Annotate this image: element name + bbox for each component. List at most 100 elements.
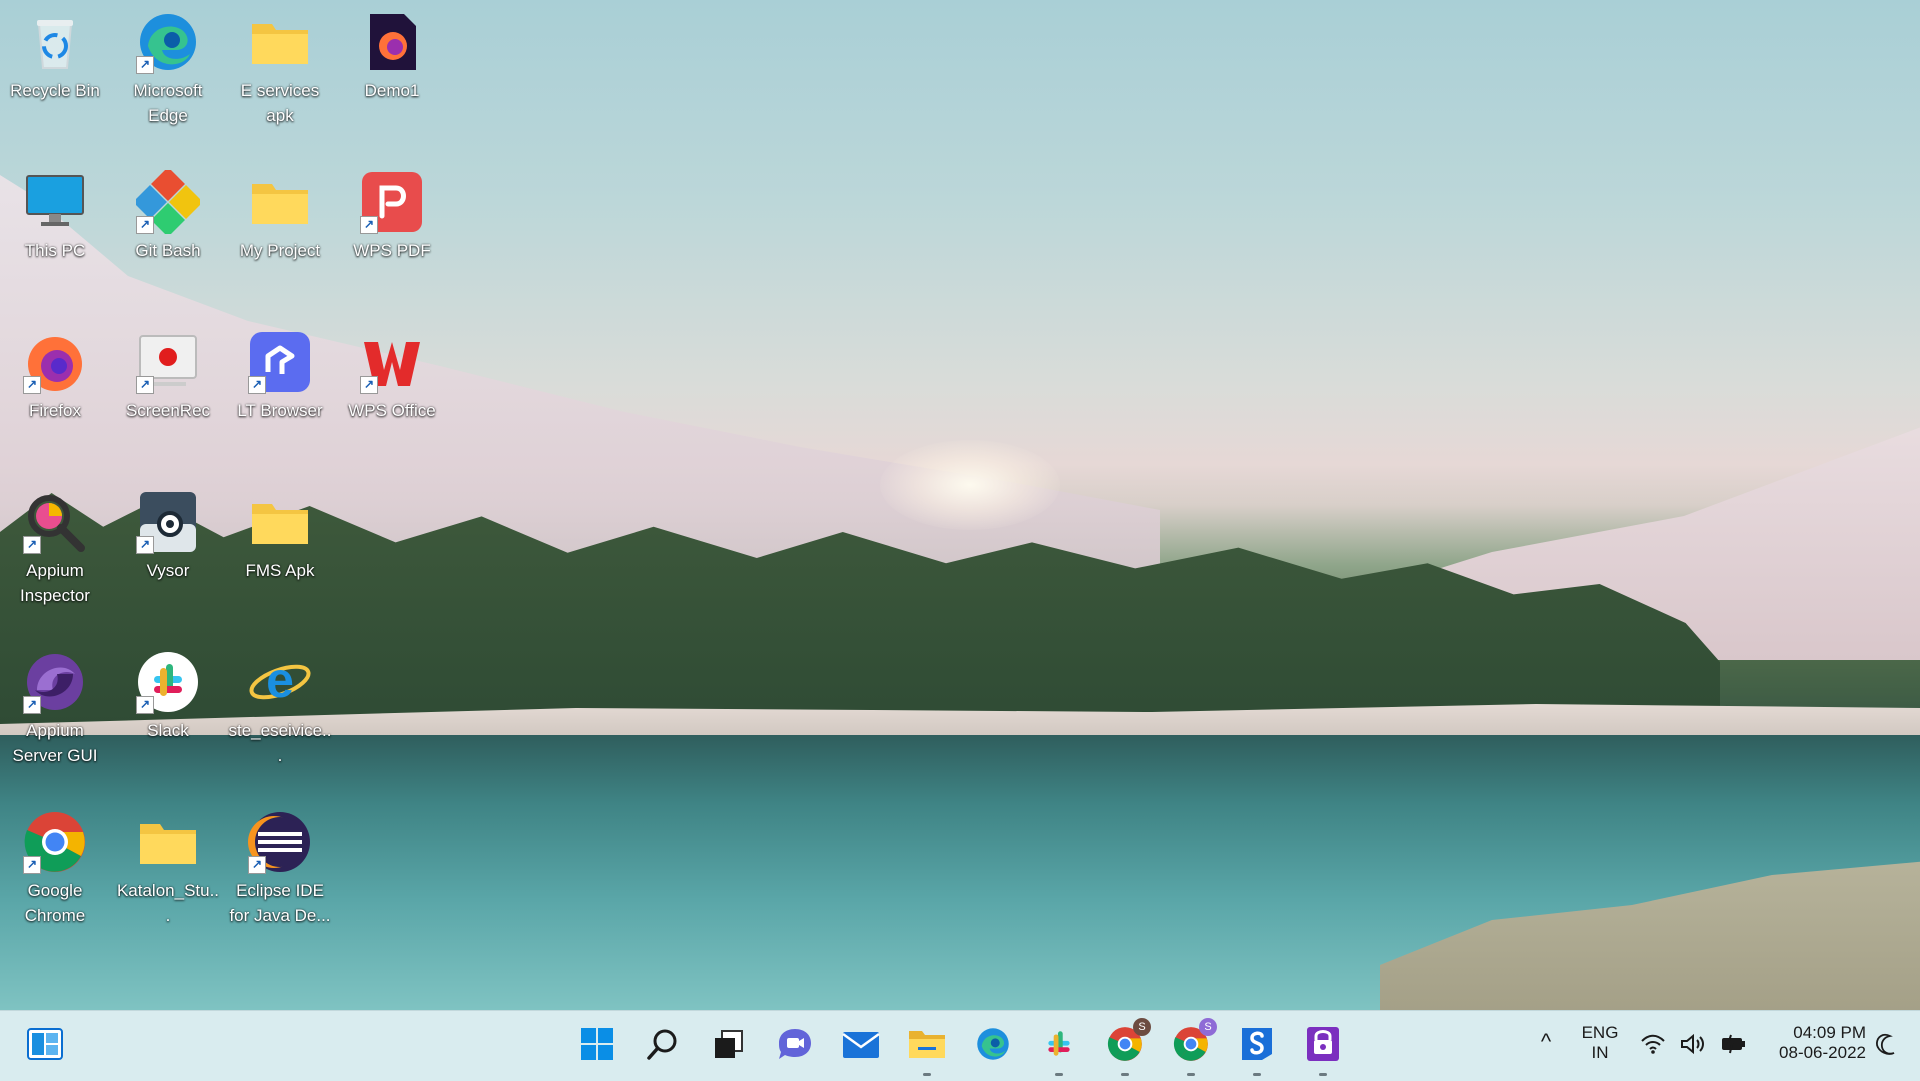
wifi-icon [1640,1033,1666,1060]
taskbar: S S ^ ENG IN 04:09 PM 08-06-2022 [0,1010,1920,1081]
shortcut-arrow-icon: ↗ [136,216,154,234]
slack-taskbar-button[interactable] [1038,1025,1080,1076]
profile-badge: S [1199,1017,1217,1036]
start-button[interactable] [576,1025,618,1067]
appium-inspector-icon: ↗ [23,490,87,554]
desktop-icon-microsoft-edge[interactable]: ↗ Microsoft Edge [116,4,220,128]
mail-button[interactable] [840,1025,882,1067]
region-code: IN [1591,1043,1609,1062]
desktop-icon-wps-pdf[interactable]: ↗ WPS PDF [340,164,444,263]
volume-icon [1680,1033,1706,1060]
desktop-icon-label: ScreenRec [125,401,211,420]
desktop-icon-label: Git Bash [135,241,201,260]
folder-icon [248,170,312,234]
desktop-icon-lt-browser[interactable]: ↗ LT Browser [228,324,332,423]
desktop-icon-label: Katalon_Stu... [116,881,220,925]
desktop-icon-recycle-bin[interactable]: Recycle Bin [3,4,107,103]
search-icon [646,1027,680,1066]
language-code: ENG [1581,1023,1619,1042]
mail-icon [842,1029,880,1064]
wps-pdf-icon: ↗ [360,170,424,234]
clock[interactable]: 04:09 PM 08-06-2022 [1756,1023,1866,1063]
slack-icon: ↗ [136,650,200,714]
language-indicator[interactable]: ENG IN [1572,1023,1628,1063]
start-icon [580,1027,614,1066]
shortcut-arrow-icon: ↗ [23,536,41,554]
edge-icon [975,1026,1011,1067]
chrome-icon: ↗ [23,810,87,874]
folder-icon [136,810,200,874]
desktop-icon-fms-apk[interactable]: FMS Apk [228,484,332,583]
desktop-icon-label: Demo1 [364,81,420,100]
desktop-icon-screenrec[interactable]: ↗ ScreenRec [116,324,220,423]
edge-taskbar-button[interactable] [972,1025,1014,1067]
desktop-icon-firefox[interactable]: ↗ Firefox [3,324,107,423]
system-tray-controls[interactable] [1640,1033,1748,1060]
desktop-icon-label: ste_eseivice... [228,721,332,765]
desktop-icon-label: Appium Server GUI [12,721,98,765]
shortcut-arrow-icon: ↗ [136,696,154,714]
running-indicator [923,1073,931,1076]
desktop-icon-ste-eseivice[interactable]: e ste_eseivice... [228,644,332,768]
widgets-button[interactable] [24,1025,66,1067]
desktop-icon-vysor[interactable]: ↗ Vysor [116,484,220,583]
desktop-icon-e-services-apk[interactable]: E services apk [228,4,332,128]
git-bash-icon: ↗ [133,167,203,237]
recycle-bin-icon [23,10,87,74]
chrome-profile-2-button[interactable]: S [1170,1017,1217,1076]
battery-charging-icon [1720,1033,1748,1060]
shortcut-arrow-icon: ↗ [136,536,154,554]
desktop-icon-demo1[interactable]: Demo1 [340,4,444,103]
desktop-icon-slack[interactable]: ↗ Slack [116,644,220,743]
shortcut-arrow-icon: ↗ [360,376,378,394]
eclipse-icon: ↗ [248,810,312,874]
desktop-icon-label: Recycle Bin [10,81,100,100]
chrome-profile-1-button[interactable]: S [1104,1017,1151,1076]
desktop-icon-eclipse-ide[interactable]: ↗ Eclipse IDE for Java De... [228,804,332,928]
lt-browser-icon: ↗ [248,330,312,394]
shortcut-arrow-icon: ↗ [136,56,154,74]
desktop-icon-label: Vysor [146,561,190,580]
wallpaper-sun [880,440,1060,530]
focus-assist-button[interactable] [1874,1033,1898,1062]
search-button[interactable] [642,1025,684,1067]
running-indicator [1187,1073,1195,1076]
sentinel-app-button[interactable] [1236,1025,1278,1076]
clock-date: 08-06-2022 [1779,1043,1866,1062]
shortcut-arrow-icon: ↗ [248,856,266,874]
task-view-button[interactable] [708,1025,750,1067]
desktop-icon-katalon-studio[interactable]: Katalon_Stu... [116,804,220,928]
teams-chat-button[interactable] [774,1025,816,1067]
folder-icon [248,490,312,554]
desktop-icon-git-bash[interactable]: ↗ Git Bash [116,164,220,263]
clock-time: 04:09 PM [1793,1023,1866,1042]
desktop-icon-appium-server-gui[interactable]: ↗ Appium Server GUI [3,644,107,768]
shortcut-arrow-icon: ↗ [23,696,41,714]
wps-office-icon: ↗ [360,330,424,394]
screenrec-icon: ↗ [136,330,200,394]
desktop-icon-label: LT Browser [237,401,323,420]
shortcut-arrow-icon: ↗ [248,376,266,394]
file-explorer-button[interactable] [906,1025,948,1076]
slack-icon [1042,1027,1076,1066]
svg-text:e: e [266,652,294,708]
desktop-icon-this-pc[interactable]: This PC [3,164,107,263]
desktop-icon-label: FMS Apk [245,561,315,580]
desktop-icon-appium-inspector[interactable]: ↗ Appium Inspector [3,484,107,608]
desktop-icon-label: Slack [147,721,189,740]
desktop-icon-label: This PC [24,241,86,260]
file-explorer-icon [908,1028,946,1065]
running-indicator [1121,1073,1129,1076]
desktop-icon-google-chrome[interactable]: ↗ Google Chrome [3,804,107,928]
purple-app-button[interactable] [1302,1025,1344,1076]
folder-icon [248,10,312,74]
desktop-icon-my-project[interactable]: My Project [228,164,332,263]
desktop-icon-label: Eclipse IDE for Java De... [229,881,331,925]
teams-chat-icon [777,1027,813,1066]
desktop-icon-wps-office[interactable]: ↗ WPS Office [340,324,444,423]
desktop-icon-label: Firefox [29,401,81,420]
show-hidden-icons-button[interactable]: ^ [1536,1029,1556,1055]
appium-icon: ↗ [23,650,87,714]
vysor-icon: ↗ [136,490,200,554]
edge-icon: ↗ [136,10,200,74]
